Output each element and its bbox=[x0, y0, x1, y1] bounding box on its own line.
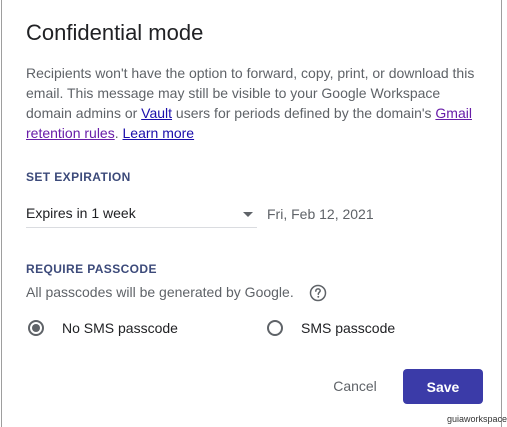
sms-passcode-label: SMS passcode bbox=[301, 320, 396, 336]
description-text-3: . bbox=[114, 125, 123, 141]
expiration-select[interactable]: Expires in 1 week bbox=[26, 203, 257, 228]
set-expiration-heading: SET EXPIRATION bbox=[26, 170, 131, 184]
no-sms-passcode-label: No SMS passcode bbox=[62, 320, 178, 336]
help-circle-icon[interactable] bbox=[309, 284, 327, 302]
watermark: guiaworkspace bbox=[446, 414, 507, 424]
chevron-down-icon bbox=[243, 212, 253, 217]
learn-more-link[interactable]: Learn more bbox=[123, 125, 195, 141]
require-passcode-heading: REQUIRE PASSCODE bbox=[26, 262, 157, 276]
passcode-note: All passcodes will be generated by Googl… bbox=[26, 284, 294, 300]
dialog-description: Recipients won't have the option to forw… bbox=[26, 63, 481, 143]
save-button[interactable]: Save bbox=[403, 369, 483, 404]
dialog-title: Confidential mode bbox=[26, 20, 204, 45]
confidential-mode-dialog: Confidential mode Recipients won't have … bbox=[1, 0, 502, 427]
expiration-date: Fri, Feb 12, 2021 bbox=[267, 206, 374, 222]
description-text-2: users for periods defined by the domain'… bbox=[172, 105, 436, 121]
vault-link[interactable]: Vault bbox=[141, 105, 172, 121]
radio-checked-icon bbox=[28, 320, 44, 336]
radio-unchecked-icon bbox=[267, 320, 283, 336]
expiration-selected-value: Expires in 1 week bbox=[26, 205, 136, 221]
cancel-button[interactable]: Cancel bbox=[319, 370, 391, 402]
